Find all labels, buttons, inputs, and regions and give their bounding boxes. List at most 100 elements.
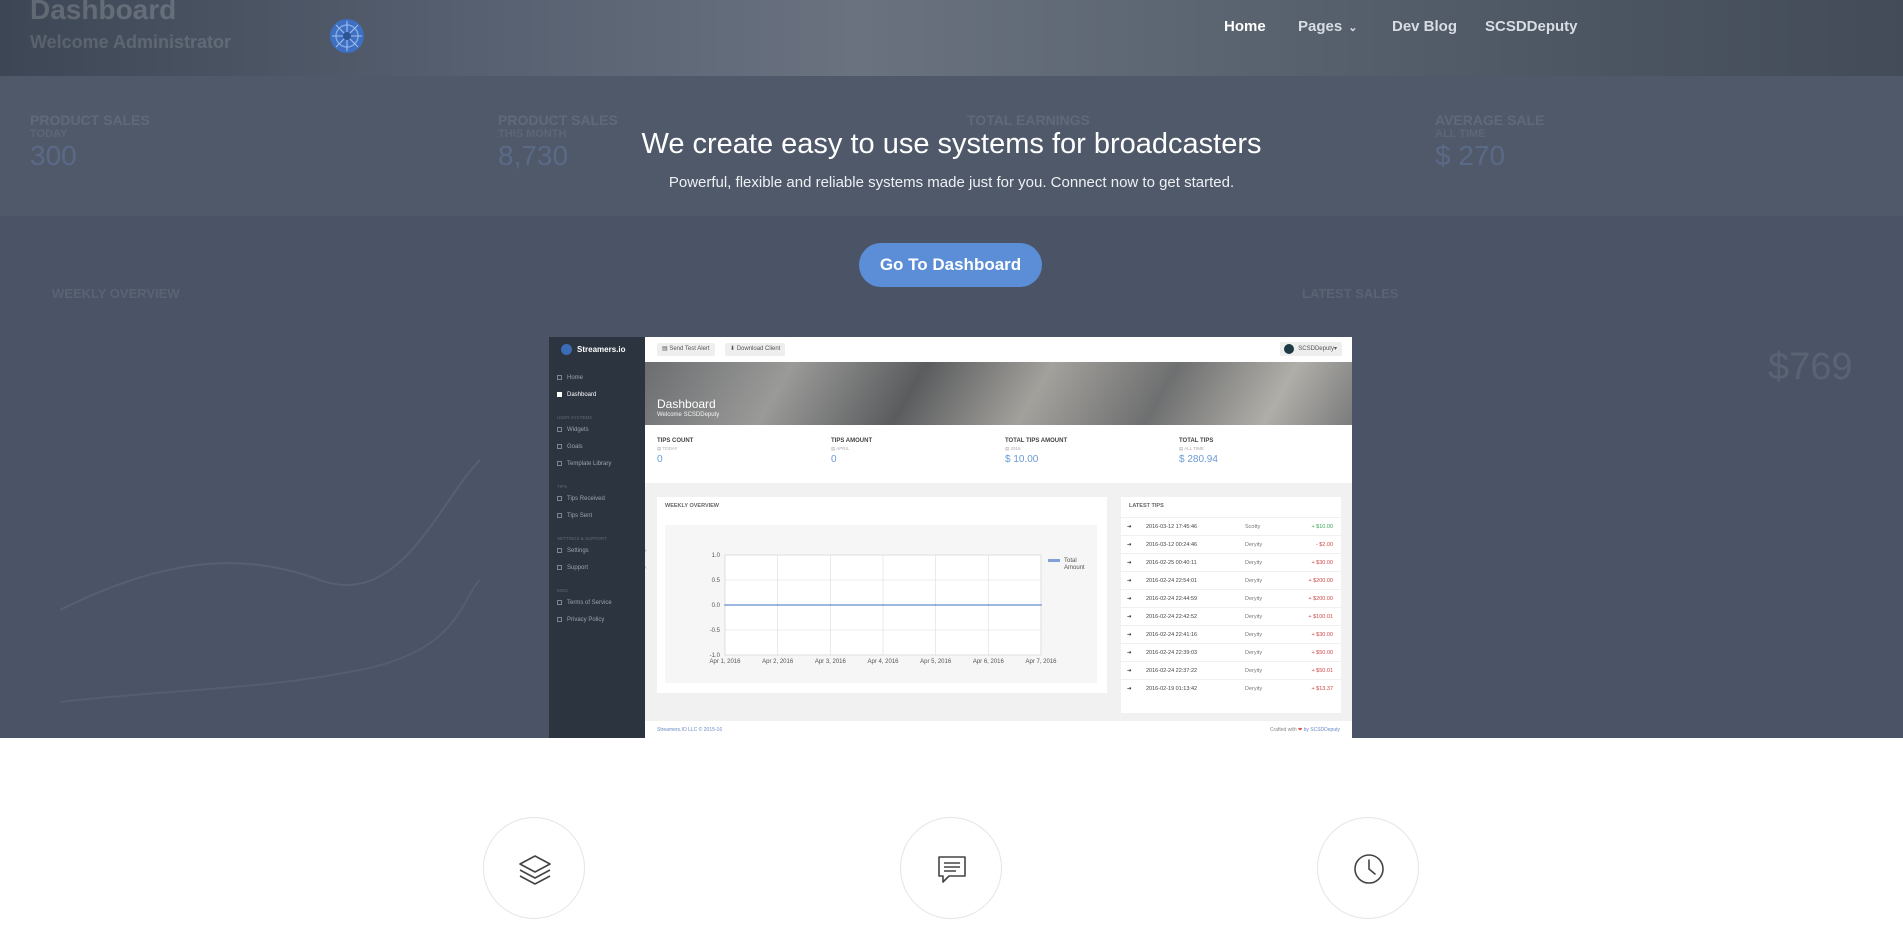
brand-logo-icon [561,344,572,355]
nav-dev-blog[interactable]: Dev Blog [1392,18,1457,35]
bg-sales-value: $769 [1768,346,1853,388]
sidebar-item-icon [557,392,562,397]
stat-total-tips-amount: TOTAL TIPS AMOUNT ▤ 2016 $ 10.00 [1005,438,1068,465]
sidebar-item-home[interactable]: Home [557,375,583,381]
tip-date: 2016-02-24 22:39:03 [1146,650,1198,656]
sidebar-item-icon [557,496,562,501]
tip-name: Deryity [1245,578,1263,584]
tip-row[interactable]: ➔ 2016-02-24 22:44:59 Deryity + $200.00 [1121,589,1341,607]
chat-icon [938,856,966,883]
y-tick-label: -0.5 [710,628,721,634]
footer-copyright[interactable]: Streamers.IO LLC © 2015-16 [657,727,722,733]
sidebar-item-icon [557,617,562,622]
brand-logo[interactable] [328,17,366,55]
sidebar-item-tips-sent[interactable]: Tips Sent [557,513,592,519]
legend-label: Total [1064,558,1077,564]
calendar-icon: ▤ [657,446,662,451]
weekly-overview-title: WEEKLY OVERVIEW [665,503,719,509]
sidebar-section-heading: TIPS [557,484,568,489]
sidebar-item-terms-of-service[interactable]: Terms of Service [557,600,612,606]
tip-row[interactable]: ➔ 2016-02-24 22:37:22 Deryity + $50.01 [1121,661,1341,679]
bg-dashboard-subtitle: Welcome Administrator [30,32,232,52]
sidebar-item-support[interactable]: Support ‹ [557,565,647,571]
layers-icon [519,855,551,885]
tip-name: Deryity [1245,686,1263,692]
y-tick-label: 0.0 [712,603,721,609]
nav-scsddeputy[interactable]: SCSDDeputy [1485,18,1578,35]
tip-date: 2016-02-24 22:41:16 [1146,632,1198,638]
tip-row[interactable]: ➔ 2016-02-24 22:41:16 Deryity + $30.00 [1121,625,1341,643]
sidebar-item-icon [557,461,562,466]
sidebar-item-label: Terms of Service [567,600,612,607]
data-point [724,604,726,606]
arrow-right-icon: ➔ [1127,596,1132,602]
x-tick-label: Apr 6, 2016 [973,659,1005,665]
tip-row[interactable]: ➔ 2016-02-24 22:42:52 Deryity + $100.01 [1121,607,1341,625]
nav-home[interactable]: Home [1224,18,1266,35]
tip-name: Deryity [1245,560,1263,566]
x-tick-label: Apr 3, 2016 [815,659,847,665]
x-tick-label: Apr 4, 2016 [867,659,899,665]
tip-row[interactable]: ➔ 2016-02-24 22:54:01 Deryity + $200.00 [1121,571,1341,589]
go-to-dashboard-button[interactable]: Go To Dashboard [859,243,1042,287]
data-point [776,604,779,606]
sidebar-item-label: Home [567,375,584,382]
y-tick-label: 1.0 [712,553,721,559]
sidebar-item-template-library[interactable]: Template Library [557,461,611,467]
x-tick-label: Apr 2, 2016 [762,659,794,665]
weekly-chart-box: 1.0 0.5 0.0 -0.5 -1.0 Apr 1, 2016 Apr 2, 2016 A… [665,525,1097,683]
calendar-icon: ▤ [831,446,836,451]
bg-dashboard-title: Dashboard [30,0,177,25]
sidebar-item-label: Settings [567,548,589,555]
tip-name: Deryity [1245,614,1263,620]
preview-stats: TIPS COUNT ▤ TODAY 0 TIPS AMOUNT ▤ APRIL… [645,425,1352,483]
sidebar-item-goals[interactable]: Goals [557,444,583,450]
chevron-icon: ‹ [645,565,647,571]
sidebar-item-tips-received[interactable]: Tips Received [557,496,605,502]
tip-date: 2016-02-19 01:13:42 [1146,686,1198,692]
sidebar-item-icon [557,600,562,605]
data-point [1040,604,1042,606]
hero-subtitle: Powerful, flexible and reliable systems … [668,174,1235,191]
footer-credits: Crafted with ❤ by SCSDDeputy [1269,727,1340,733]
chevron-icon: ‹ [645,548,647,554]
preview-sidebar: Streamers.io Home Dashboard USER SYSTEMS Wi… [549,337,647,738]
sidebar-item-privacy-policy[interactable]: Privacy Policy [557,617,604,623]
tip-date: 2016-02-25 00:40:11 [1146,560,1197,566]
tip-date: 2016-02-24 22:42:52 [1146,614,1198,620]
sidebar-item-icon [557,548,562,553]
download-client-button[interactable]: ⬇ Download Client [725,343,786,356]
avatar [1284,344,1295,354]
arrow-right-icon: ➔ [1127,686,1132,692]
tip-row[interactable]: ➔ 2016-02-24 22:39:03 Deryity + $50.00 [1121,643,1341,661]
sidebar-item-label: Tips Received [567,496,605,503]
arrow-right-icon: ➔ [1127,632,1132,638]
sidebar-item-label: Dashboard [567,392,597,399]
sidebar-item-widgets[interactable]: Widgets [557,427,589,433]
feature-chat [900,817,1002,919]
dashboard-preview: Streamers.io Home Dashboard USER SYSTEMS Wi… [549,337,1352,738]
calendar-icon: ▤ [1005,446,1010,451]
x-tick-label: Apr 7, 2016 [1025,659,1057,665]
tip-amount: + $10.00 [1311,524,1333,530]
arrow-right-icon: ➔ [1127,524,1132,530]
nav-pages[interactable]: Pages ⌄ [1298,18,1357,35]
data-point [882,604,884,606]
tip-row[interactable]: ➔ 2016-03-12 17:45:46 Scotty + $10.00 [1121,517,1341,535]
sidebar-section-heading: SETTINGS & SUPPORT [557,536,607,541]
hero-title: We create easy to use systems for broadc… [641,128,1262,160]
send-test-alert-button[interactable]: ▤ Send Test Alert [657,343,715,356]
tip-name: Deryity [1245,596,1263,602]
user-menu[interactable]: SCSDDeputy▾ [1280,342,1342,356]
weekly-chart: 1.00.50.0-0.5-1.0Apr 1, 2016 Apr 2, 2016 A… [709,553,1085,665]
tip-row[interactable]: ➔ 2016-02-25 00:40:11 Deryity + $30.00 [1121,553,1341,571]
tip-row[interactable]: ➔ 2016-02-19 01:13:42 Deryity + $13.37 [1121,679,1341,697]
latest-tips-title: LATEST TIPS [1129,503,1164,509]
sidebar-item-settings[interactable]: Settings ‹ [557,548,647,555]
bg-weekly-overview: WEEKLY OVERVIEW [52,286,180,301]
data-point [829,604,832,606]
tip-date: 2016-02-24 22:44:59 [1146,596,1198,602]
tip-row[interactable]: ➔ 2016-03-12 00:24:46 Deryity - $2.00 [1121,535,1341,553]
sidebar-item-dashboard[interactable]: Dashboard [557,392,596,398]
feature-clock [1317,817,1419,919]
